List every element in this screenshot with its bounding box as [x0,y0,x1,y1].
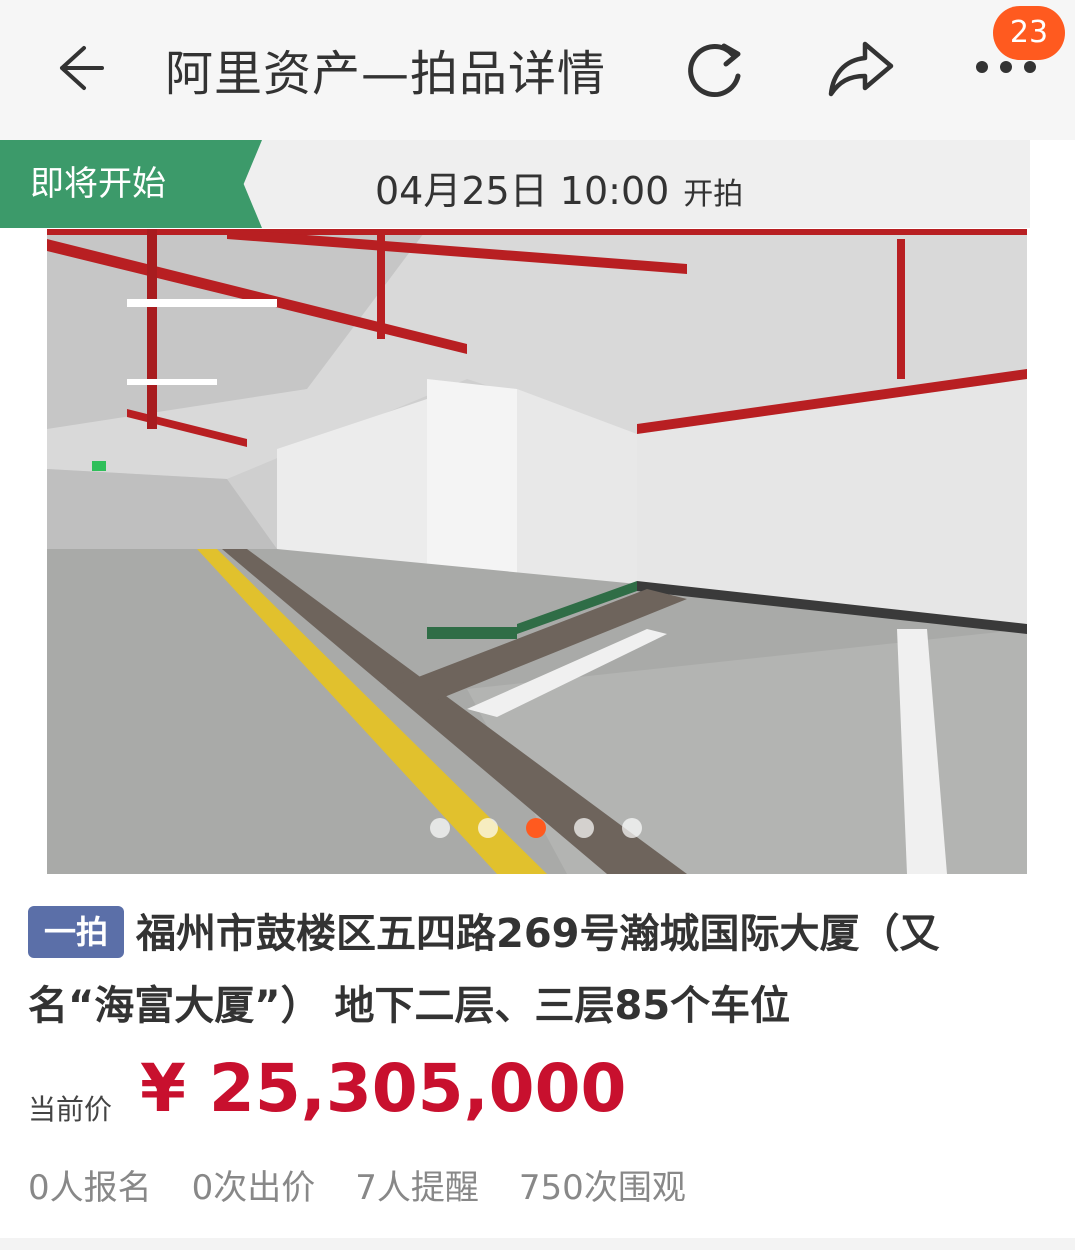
lot-photo[interactable] [47,229,1027,874]
gallery-dot-active[interactable] [526,818,546,838]
bid-count: 0次出价 [191,1168,316,1208]
signup-count: 0人报名 [28,1168,152,1208]
notification-badge: 23 [993,6,1065,60]
current-price: ¥ 25,305,000 [140,1050,627,1127]
start-time: 04月25日 10:00 开拍 [375,160,743,215]
refresh-icon[interactable] [680,36,752,102]
gallery-dot[interactable] [574,818,594,838]
share-icon[interactable] [825,36,897,102]
auction-round-tag: 一拍 [28,906,124,958]
start-date-time: 04月25日 10:00 [375,169,670,213]
start-suffix: 开拍 [683,177,744,212]
gallery-dot[interactable] [478,818,498,838]
back-arrow-icon[interactable] [48,38,108,98]
gallery-pagination [430,818,642,838]
gallery-dot[interactable] [622,818,642,838]
page-title: 阿里资产—拍品详情 [165,46,607,102]
status-tag: 即将开始 [0,140,262,228]
auction-stats: 0人报名 0次出价 7人提醒 750次围观 [28,1160,686,1209]
lot-title: 福州市鼓楼区五四路269号瀚城国际大厦（又名“海富大厦”） 地下二层、三层85个… [28,911,940,1029]
view-count: 750次围观 [518,1168,686,1208]
current-price-label: 当前价 [28,1093,113,1126]
divider [0,1238,1075,1250]
gallery-dot[interactable] [430,818,450,838]
reminder-count: 7人提醒 [355,1168,479,1208]
